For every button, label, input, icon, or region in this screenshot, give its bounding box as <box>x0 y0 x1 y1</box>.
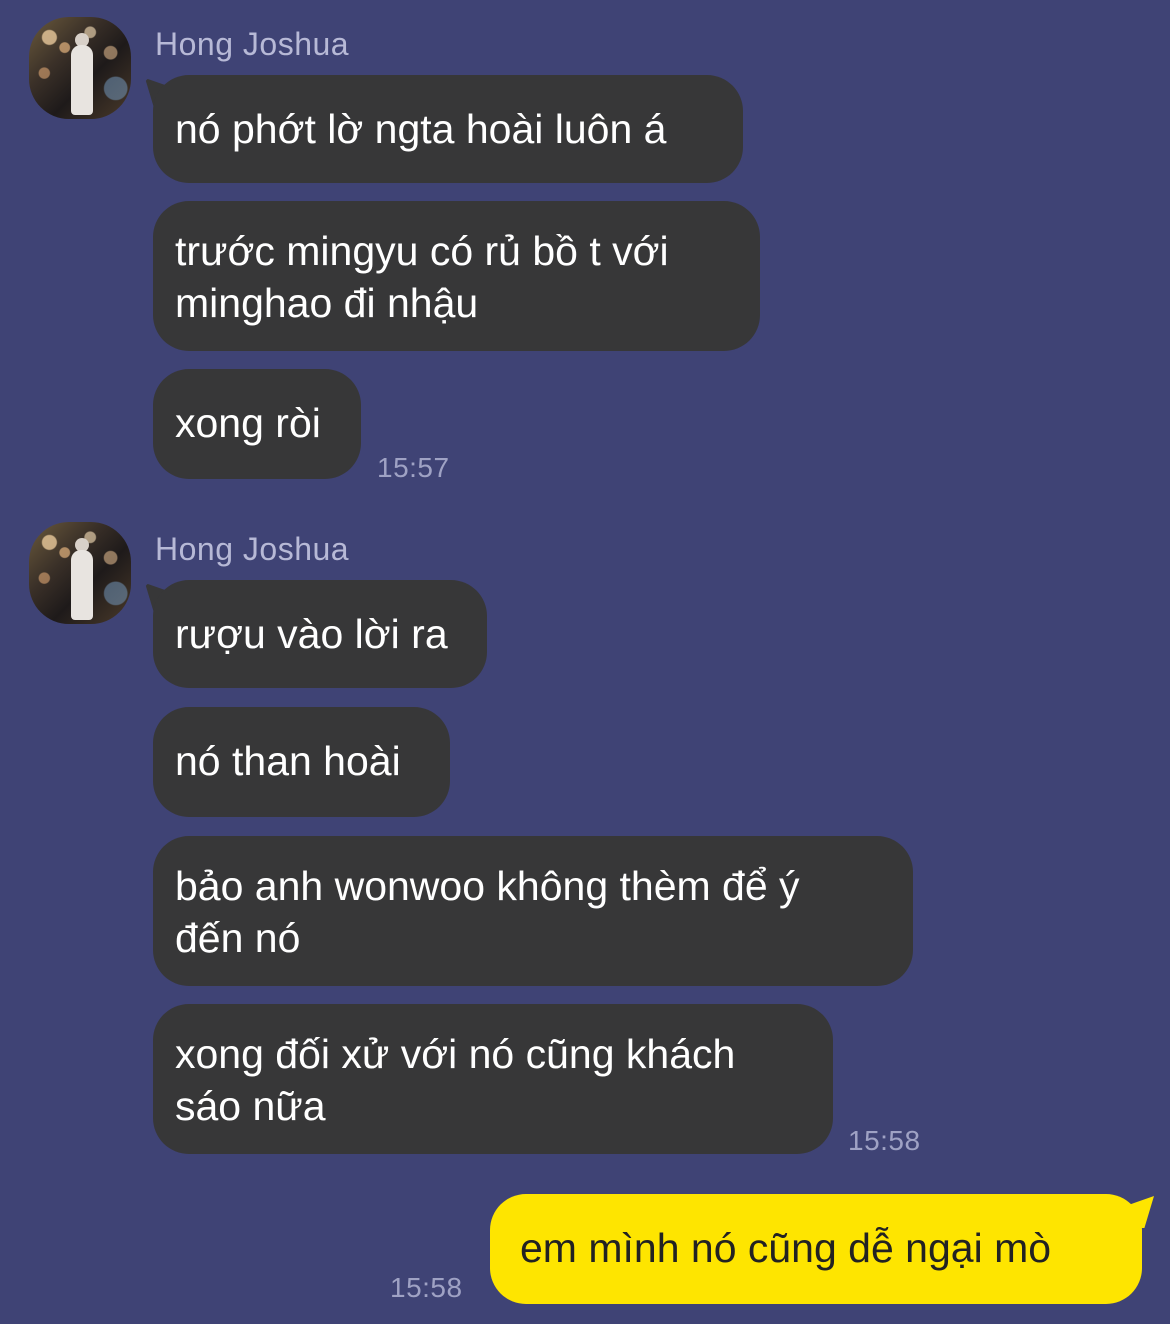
sender-avatar-icon[interactable] <box>29 17 131 119</box>
message-timestamp: 15:58 <box>848 1125 921 1156</box>
message-bubble[interactable]: xong đối xử với nó cũng khách sáo nữa <box>153 1004 833 1154</box>
avatar-figure <box>71 550 93 620</box>
message-bubble[interactable]: bảo anh wonwoo không thèm để ý đến nó <box>153 836 913 986</box>
my-message-bubble[interactable]: em mình nó cũng dễ ngại mò <box>490 1194 1142 1304</box>
message-bubble[interactable]: trước mingyu có rủ bồ t với minghao đi n… <box>153 201 760 351</box>
message-timestamp: 15:57 <box>377 452 450 483</box>
message-timestamp: 15:58 <box>390 1272 463 1303</box>
message-bubble[interactable]: rượu vào lời ra <box>153 580 487 688</box>
message-bubble[interactable]: nó than hoài <box>153 707 450 817</box>
chat-screen: { "colors": { "background": "#3f4375", "… <box>0 0 1170 1324</box>
sender-name[interactable]: Hong Joshua <box>155 24 349 64</box>
message-bubble[interactable]: nó phớt lờ ngta hoài luôn á <box>153 75 743 183</box>
avatar-figure <box>71 45 93 115</box>
sender-name[interactable]: Hong Joshua <box>155 529 349 569</box>
sender-avatar-icon[interactable] <box>29 522 131 624</box>
message-bubble[interactable]: xong ròi <box>153 369 361 479</box>
